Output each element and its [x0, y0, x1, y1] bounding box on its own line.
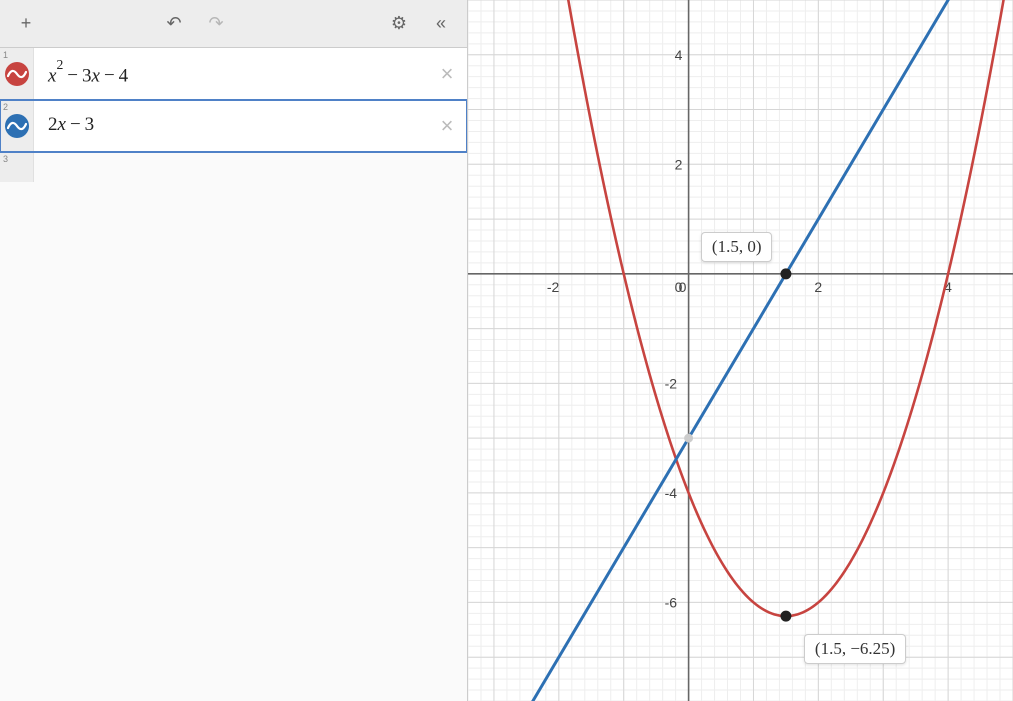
y-tick-label: 4: [675, 47, 683, 63]
expression-index: 2: [0, 102, 8, 112]
expression-input[interactable]: 2x−3: [34, 100, 427, 151]
expression-index: 3: [0, 154, 8, 164]
plotted-point[interactable]: [780, 611, 791, 622]
collapse-panel-button[interactable]: «: [423, 6, 459, 42]
expression-index: 1: [0, 50, 8, 60]
expression-row[interactable]: 1 x2−3x−4×: [0, 48, 467, 100]
expression-color-icon[interactable]: [5, 62, 29, 86]
graph-panel[interactable]: -2024-6-4-2240 (1.5, 0)(1.5, −6.25): [468, 0, 1013, 701]
expression-row-empty[interactable]: 3: [0, 152, 467, 182]
expression-icon-cell[interactable]: 2: [0, 100, 34, 151]
expression-row[interactable]: 2 2x−3×: [0, 100, 467, 152]
expression-icon-cell[interactable]: 1: [0, 48, 34, 99]
expression-list: 1 x2−3x−4× 2 2x−3× 3: [0, 48, 467, 701]
x-tick-label: 2: [814, 279, 822, 295]
settings-button[interactable]: ⚙: [381, 6, 417, 42]
point-label: (1.5, 0): [701, 232, 773, 262]
delete-expression-button[interactable]: ×: [427, 48, 467, 99]
redo-button[interactable]: ↷: [198, 6, 234, 42]
expression-panel: + ↶ ↷ ⚙ « 1 x2−3x−4× 2 2x−3× 3: [0, 0, 468, 701]
graph-canvas[interactable]: -2024-6-4-2240: [468, 0, 1013, 701]
intersection-point[interactable]: [684, 434, 693, 443]
delete-expression-button[interactable]: ×: [427, 100, 467, 151]
add-expression-button[interactable]: +: [8, 6, 44, 42]
plotted-point[interactable]: [780, 268, 791, 279]
y-tick-label: -2: [665, 375, 678, 391]
y-tick-label: -4: [665, 485, 678, 501]
undo-button[interactable]: ↶: [156, 6, 192, 42]
origin-label: 0: [675, 279, 683, 295]
expression-color-icon[interactable]: [5, 114, 29, 138]
y-tick-label: 2: [675, 156, 683, 172]
point-label: (1.5, −6.25): [804, 634, 906, 664]
x-tick-label: -2: [547, 279, 560, 295]
expression-input[interactable]: x2−3x−4: [34, 48, 427, 99]
toolbar: + ↶ ↷ ⚙ «: [0, 0, 467, 48]
y-tick-label: -6: [665, 594, 678, 610]
